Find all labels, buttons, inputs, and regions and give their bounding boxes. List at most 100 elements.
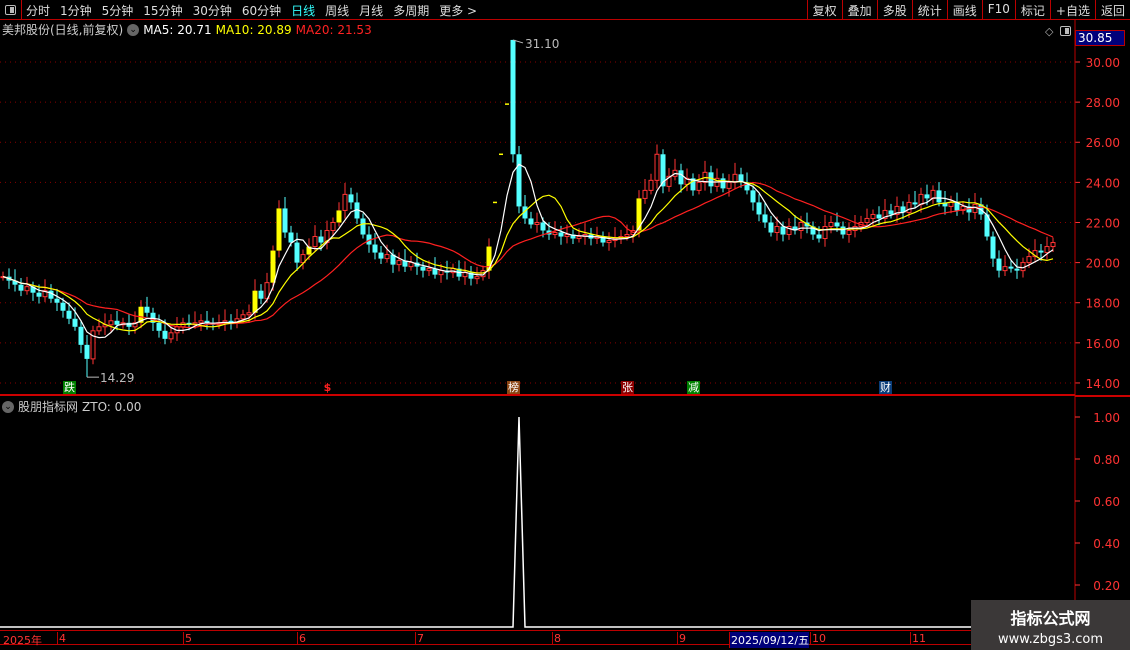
indicator-tick-label: 0.60 [1093,495,1120,509]
month-label: 5 [183,632,192,645]
indicator-title: ⌄ 股朋指标网 ZTO: 0.00 [2,398,141,415]
month-label: 10 [810,632,826,645]
candle-body-up [438,270,444,276]
candle-body-down [924,194,930,199]
candle-body-down [156,322,162,331]
candle-body-down [750,190,756,203]
candle-body-up [108,320,114,326]
candle-body-down [114,320,120,325]
candle-body-up [870,213,876,219]
candle-body-up [822,225,828,240]
candle-body-up [24,286,30,292]
indicator-tick-label: 0.20 [1093,579,1120,593]
price-tick-label: 26.00 [1086,136,1120,150]
month-label: 4 [57,632,66,645]
price-tick-label: 24.00 [1086,176,1120,190]
candle-body-up [930,189,936,199]
candle-body-up [168,332,174,340]
candle-body-up [726,181,732,189]
candle-body-down [372,244,378,253]
high-price-label: 31.10 [525,37,559,51]
price-tick-label: 16.00 [1086,337,1120,351]
candle-body-down [834,222,840,227]
candle-body-down [516,154,522,207]
candle-body-down [72,318,78,327]
candle-body-up [1026,256,1032,264]
dropdown-chevron-icon[interactable]: ⌄ [2,400,14,413]
ma10-line [2,176,1054,332]
candle-body-up [918,193,924,205]
candle-body-down [78,326,84,345]
candle-body-up [624,234,630,238]
candle-body-down [540,222,546,231]
month-label: 7 [415,632,424,645]
candle-body-down [756,202,762,215]
candle-body-up [534,221,540,225]
candle-body-down [348,194,354,203]
candle-body-up [642,189,648,199]
candle-body-down [996,258,1002,271]
candle-body-up [246,312,252,316]
candle-body-up [342,193,348,211]
date-axis: 2025年 4 5 6 7 8 9 10 11 2025/09/12/五 [0,630,1130,648]
candle-body-down [678,170,684,185]
ma20-line [2,181,1054,329]
price-tick-label: 22.00 [1086,216,1120,230]
candle-body-down [288,232,294,243]
candle-body-up [330,221,336,232]
candle-body-down [360,218,366,235]
watermark-title: 指标公式网 [1010,609,1091,628]
candle-body-down [378,252,384,259]
candle-body-down [558,232,564,237]
month-label: 11 [910,632,926,645]
candle-body-up [696,181,702,191]
month-label: 8 [552,632,561,645]
ma5-line [2,163,1054,339]
signal-marker[interactable]: 跌 [63,381,76,394]
signal-marker[interactable]: 榜 [507,381,520,394]
candle-body-up [426,268,432,272]
signal-marker[interactable]: 张 [621,381,634,394]
signal-marker[interactable]: 减 [687,381,700,394]
candle-body-down [876,214,882,219]
candle-body-highlight [336,210,342,223]
low-price-label: 14.29 [100,371,134,385]
chart-canvas[interactable]: 30.00 28.00 26.00 24.00 22.00 20.00 18.00 16.00… [0,0,1130,650]
candle-body-up [606,240,612,244]
candle-body-down [258,290,264,299]
candle-body-up [198,320,204,324]
candle-body-up [1050,242,1056,248]
price-tick-label: 20.00 [1086,257,1120,271]
candle-body-down [318,236,324,243]
candle-body-down [294,242,300,263]
candle-body-down [18,284,24,291]
candle-body-up [384,254,390,260]
price-tick-label: 14.00 [1086,377,1120,391]
candle-body-up [864,217,870,223]
candle-body-up [906,201,912,213]
candle-body-up [462,272,468,278]
zto-line [0,416,1075,628]
candle-body-up [654,153,660,181]
candle-body-up [408,262,414,268]
candle-body-up [474,276,480,280]
candle-body-down [912,202,918,205]
indicator-tick-label: 1.00 [1093,411,1120,425]
candle-body-down [1038,250,1044,253]
year-label: 2025年 [3,634,42,647]
candle-body-highlight [276,208,282,251]
candle-body-down [66,310,72,319]
candle-body-down [840,226,846,235]
candle-body-down [528,218,534,225]
signal-marker[interactable]: $ [321,381,334,394]
price-tick-label: 18.00 [1086,297,1120,311]
candle-body-up [564,234,570,238]
candle-body-down [762,214,768,223]
candle-body-up [396,260,402,266]
watermark: 指标公式网 www.zbgs3.com [971,600,1130,650]
candle-body-up [240,314,246,320]
signal-marker[interactable]: 财 [879,381,892,394]
candle-body-down [1014,268,1020,271]
candle-body-down [1008,266,1014,269]
candle-body-down [768,222,774,233]
